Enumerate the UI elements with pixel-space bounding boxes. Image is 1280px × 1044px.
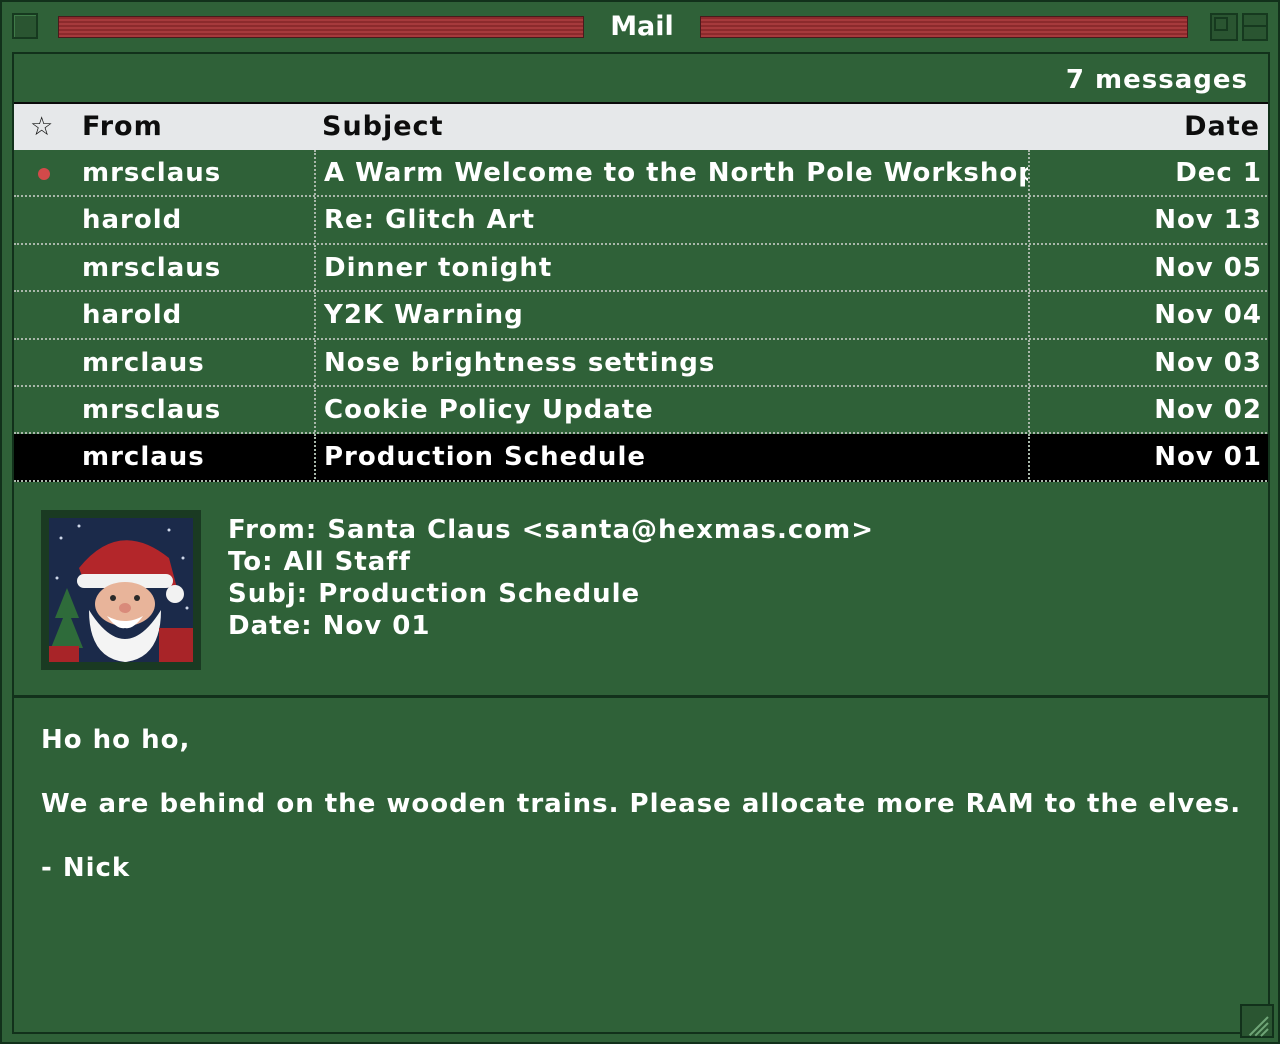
meta-date: Date: Nov 01 — [228, 611, 431, 641]
message-subject: A Warm Welcome to the North Pole Worksho… — [314, 150, 1030, 195]
message-meta: From: Santa Claus <santa@hexmas.com> To:… — [228, 514, 874, 642]
santa-avatar — [41, 510, 201, 670]
santa-portrait-icon — [49, 518, 193, 662]
zoom-icon[interactable] — [1210, 13, 1238, 41]
message-subject: Cookie Policy Update — [314, 387, 1030, 432]
message-from: harold — [82, 300, 183, 331]
message-from: mrsclaus — [82, 395, 222, 425]
window-title: Mail — [610, 11, 674, 42]
message-subject: Production Schedule — [314, 434, 1030, 480]
mail-window: Mail 7 messages ☆ From Subject Date mrsc… — [0, 0, 1280, 1044]
message-date: Nov 02 — [1154, 395, 1262, 425]
unread-dot-icon — [38, 168, 50, 180]
message-date: Nov 01 — [1154, 442, 1262, 473]
message-subject: Dinner tonight — [314, 244, 1030, 290]
star-outline-icon[interactable]: ☆ — [30, 112, 53, 142]
title-stripes-right — [700, 16, 1188, 38]
message-from: harold — [82, 205, 183, 236]
mail-content: 7 messages ☆ From Subject Date mrsclaus … — [12, 52, 1270, 1034]
body-paragraph: We are behind on the wooden trains. Plea… — [41, 789, 1242, 819]
message-subject: Nose brightness settings — [314, 339, 1030, 385]
column-date[interactable]: Date — [1184, 110, 1260, 144]
message-row[interactable]: harold Re: Glitch Art Nov 13 — [14, 197, 1268, 245]
close-box-icon[interactable] — [12, 13, 38, 39]
message-row[interactable]: mrclaus Nose brightness settings Nov 03 — [14, 339, 1268, 387]
message-date: Nov 03 — [1154, 347, 1262, 378]
column-from[interactable]: From — [82, 110, 163, 144]
collapse-icon[interactable] — [1242, 13, 1268, 41]
zoom-box-icon[interactable] — [1210, 13, 1268, 41]
message-from: mrclaus — [82, 442, 205, 473]
message-subject: Y2K Warning — [314, 292, 1030, 338]
message-date: Dec 1 — [1175, 158, 1262, 188]
meta-subject: Subj: Production Schedule — [228, 579, 641, 609]
message-list: mrsclaus A Warm Welcome to the North Pol… — [14, 150, 1268, 482]
title-bar[interactable]: Mail — [2, 2, 1278, 52]
meta-to: To: All Staff — [228, 547, 411, 577]
message-from: mrsclaus — [82, 252, 222, 283]
message-date: Nov 05 — [1154, 252, 1262, 283]
message-from: mrsclaus — [82, 158, 222, 188]
message-body: Ho ho ho, We are behind on the wooden tr… — [41, 724, 1241, 916]
message-count: 7 messages — [1065, 65, 1248, 95]
column-header: ☆ From Subject Date — [14, 102, 1268, 150]
message-date: Nov 13 — [1154, 205, 1262, 236]
message-row[interactable]: mrsclaus Cookie Policy Update Nov 02 — [14, 387, 1268, 435]
meta-from: From: Santa Claus <santa@hexmas.com> — [228, 515, 875, 545]
message-date: Nov 04 — [1154, 300, 1262, 331]
column-subject[interactable]: Subject — [322, 110, 443, 144]
message-row-selected[interactable]: mrclaus Production Schedule Nov 01 — [14, 434, 1268, 482]
message-row[interactable]: mrsclaus A Warm Welcome to the North Pol… — [14, 150, 1268, 198]
message-from: mrclaus — [82, 347, 205, 378]
body-signature: - Nick — [41, 853, 131, 883]
message-subject: Re: Glitch Art — [314, 197, 1030, 243]
message-header: From: Santa Claus <santa@hexmas.com> To:… — [14, 482, 1268, 698]
message-row[interactable]: mrsclaus Dinner tonight Nov 05 — [14, 244, 1268, 293]
message-row[interactable]: harold Y2K Warning Nov 04 — [14, 292, 1268, 340]
body-greeting: Ho ho ho, — [41, 725, 191, 755]
title-stripes-left — [58, 16, 584, 38]
resize-grip-icon[interactable] — [1240, 1004, 1274, 1038]
